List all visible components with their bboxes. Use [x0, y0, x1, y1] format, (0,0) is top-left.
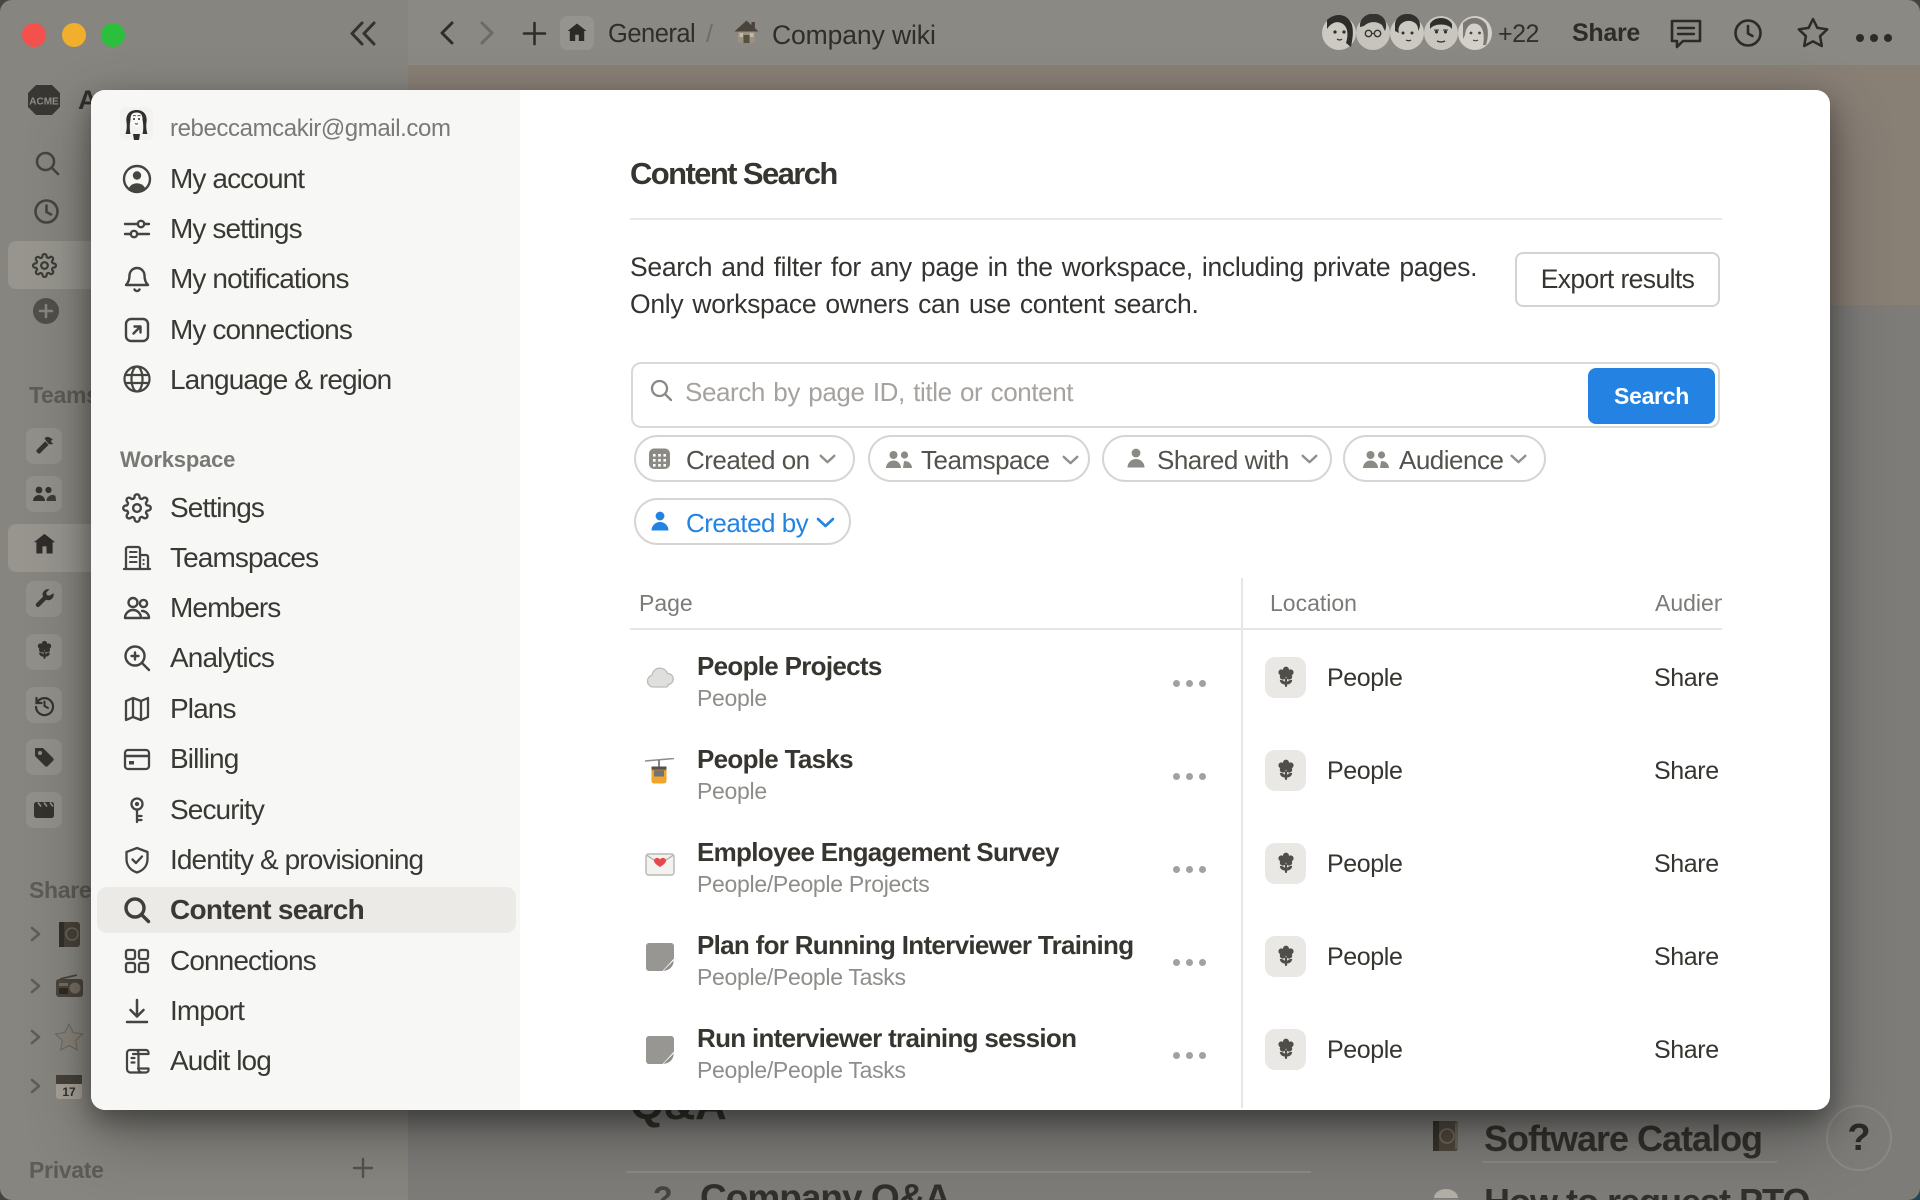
svg-text:ACME: ACME [29, 97, 59, 108]
svg-text:17: 17 [62, 1085, 76, 1099]
